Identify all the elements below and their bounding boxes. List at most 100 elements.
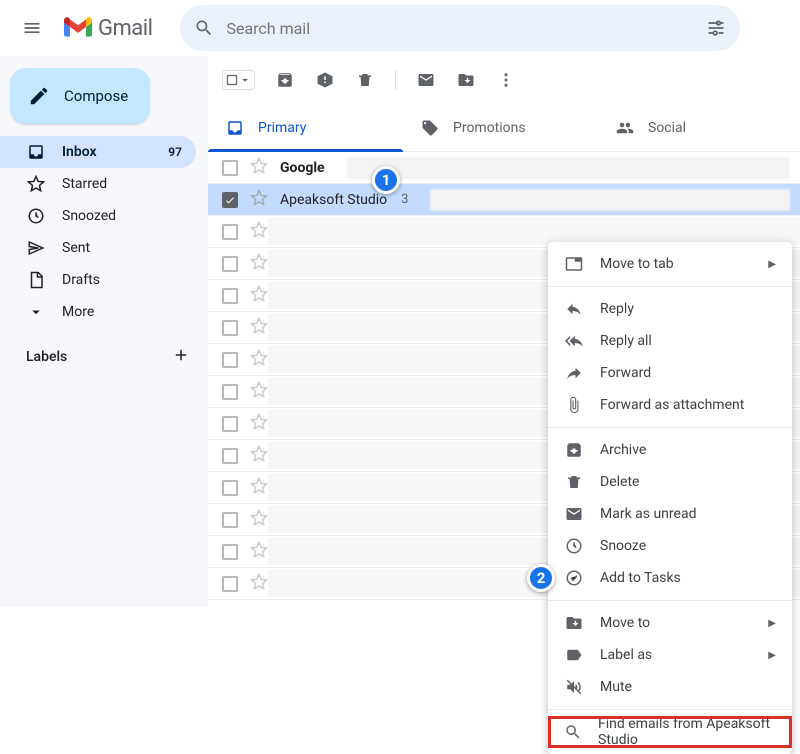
annotation-callout-1: 1 — [372, 166, 400, 194]
row-checkbox[interactable] — [222, 480, 238, 496]
tab-primary[interactable]: Primary — [208, 104, 403, 151]
row-checkbox[interactable] — [222, 160, 238, 176]
more-button[interactable] — [488, 62, 524, 98]
sidebar-item-more[interactable]: More — [0, 296, 196, 328]
star-outline-icon — [250, 189, 268, 207]
file-icon — [26, 271, 46, 289]
search-bar[interactable] — [180, 5, 740, 51]
row-checkbox[interactable] — [222, 192, 238, 208]
tab-label: Social — [648, 120, 686, 136]
row-checkbox[interactable] — [222, 544, 238, 560]
star-button[interactable] — [250, 157, 268, 179]
row-checkbox[interactable] — [222, 352, 238, 368]
gmail-logo[interactable]: Gmail — [64, 16, 172, 41]
sidebar-item-label: Inbox — [62, 144, 97, 160]
row-checkbox[interactable] — [222, 320, 238, 336]
star-button[interactable] — [250, 317, 268, 339]
menu-move-to-tab[interactable]: Move to tab ▶ — [548, 248, 792, 280]
menu-label-as[interactable]: Label as▶ — [548, 639, 792, 671]
email-row[interactable]: Google — [208, 152, 800, 184]
star-button[interactable] — [250, 573, 268, 595]
tab-promotions[interactable]: Promotions — [403, 104, 598, 151]
row-checkbox[interactable] — [222, 512, 238, 528]
star-button[interactable] — [250, 253, 268, 275]
star-button[interactable] — [250, 221, 268, 243]
delete-button[interactable] — [347, 62, 383, 98]
context-menu: Move to tab ▶ Reply Reply all Forward Fo… — [548, 242, 792, 754]
select-all-checkbox[interactable] — [222, 70, 255, 90]
menu-forward-attachment[interactable]: Forward as attachment — [548, 389, 792, 421]
menu-snooze[interactable]: Snooze — [548, 530, 792, 562]
inbox-count: 97 — [168, 145, 182, 159]
chevron-down-icon — [26, 303, 46, 321]
star-outline-icon — [250, 413, 268, 431]
toolbar — [208, 56, 800, 104]
redacted-content — [347, 157, 790, 179]
menu-forward[interactable]: Forward — [548, 357, 792, 389]
star-button[interactable] — [250, 349, 268, 371]
star-outline-icon — [250, 477, 268, 495]
menu-label: Reply — [600, 301, 634, 317]
menu-mute[interactable]: Mute — [548, 671, 792, 703]
redacted-content — [268, 218, 800, 245]
menu-separator — [548, 427, 792, 428]
mute-icon — [564, 678, 584, 696]
star-button[interactable] — [250, 189, 268, 211]
search-options-icon[interactable] — [706, 18, 726, 38]
add-label-button[interactable] — [172, 346, 190, 368]
sidebar-item-snoozed[interactable]: Snoozed — [0, 200, 196, 232]
row-checkbox[interactable] — [222, 384, 238, 400]
menu-label: Forward — [600, 365, 651, 381]
toolbar-separator — [395, 70, 396, 90]
category-tabs: Primary Promotions Social — [208, 104, 800, 152]
mail-icon — [417, 71, 435, 89]
star-outline-icon — [250, 445, 268, 463]
brand-text: Gmail — [98, 16, 152, 41]
menu-find-emails-from[interactable]: Find emails from Apeaksoft Studio — [548, 716, 792, 748]
move-to-button[interactable] — [448, 62, 484, 98]
row-checkbox[interactable] — [222, 416, 238, 432]
row-checkbox[interactable] — [222, 288, 238, 304]
sidebar-item-label: More — [62, 304, 94, 320]
email-row[interactable]: Apeaksoft Studio 3 — [208, 184, 800, 216]
thread-count: 3 — [401, 192, 408, 207]
star-button[interactable] — [250, 413, 268, 435]
row-checkbox[interactable] — [222, 256, 238, 272]
menu-reply-all[interactable]: Reply all — [548, 325, 792, 357]
star-button[interactable] — [250, 445, 268, 467]
archive-button[interactable] — [267, 62, 303, 98]
menu-mark-unread[interactable]: Mark as unread — [548, 498, 792, 530]
menu-delete[interactable]: Delete — [548, 466, 792, 498]
compose-button[interactable]: Compose — [10, 68, 150, 124]
main-menu-button[interactable] — [8, 4, 56, 52]
sidebar-item-drafts[interactable]: Drafts — [0, 264, 196, 296]
row-checkbox[interactable] — [222, 448, 238, 464]
star-button[interactable] — [250, 285, 268, 307]
row-checkbox[interactable] — [222, 224, 238, 240]
mark-unread-button[interactable] — [408, 62, 444, 98]
sidebar-item-starred[interactable]: Starred — [0, 168, 196, 200]
folder-move-icon — [564, 614, 584, 632]
hamburger-icon — [22, 18, 42, 38]
sidebar-item-label: Drafts — [62, 272, 100, 288]
star-button[interactable] — [250, 477, 268, 499]
sidebar-item-inbox[interactable]: Inbox 97 — [0, 136, 196, 168]
menu-archive[interactable]: Archive — [548, 434, 792, 466]
search-icon — [194, 18, 214, 38]
tab-label: Promotions — [453, 120, 526, 136]
menu-reply[interactable]: Reply — [548, 293, 792, 325]
sidebar-item-sent[interactable]: Sent — [0, 232, 196, 264]
menu-add-tasks[interactable]: Add to Tasks — [548, 562, 792, 594]
star-button[interactable] — [250, 509, 268, 531]
menu-move-to[interactable]: Move to▶ — [548, 607, 792, 639]
row-checkbox[interactable] — [222, 576, 238, 592]
report-spam-button[interactable] — [307, 62, 343, 98]
star-button[interactable] — [250, 381, 268, 403]
tab-social[interactable]: Social — [598, 104, 793, 151]
star-button[interactable] — [250, 541, 268, 563]
star-outline-icon — [250, 157, 268, 175]
task-add-icon — [564, 569, 584, 587]
star-icon — [26, 175, 46, 193]
clock-icon — [564, 537, 584, 555]
search-input[interactable] — [226, 19, 694, 38]
